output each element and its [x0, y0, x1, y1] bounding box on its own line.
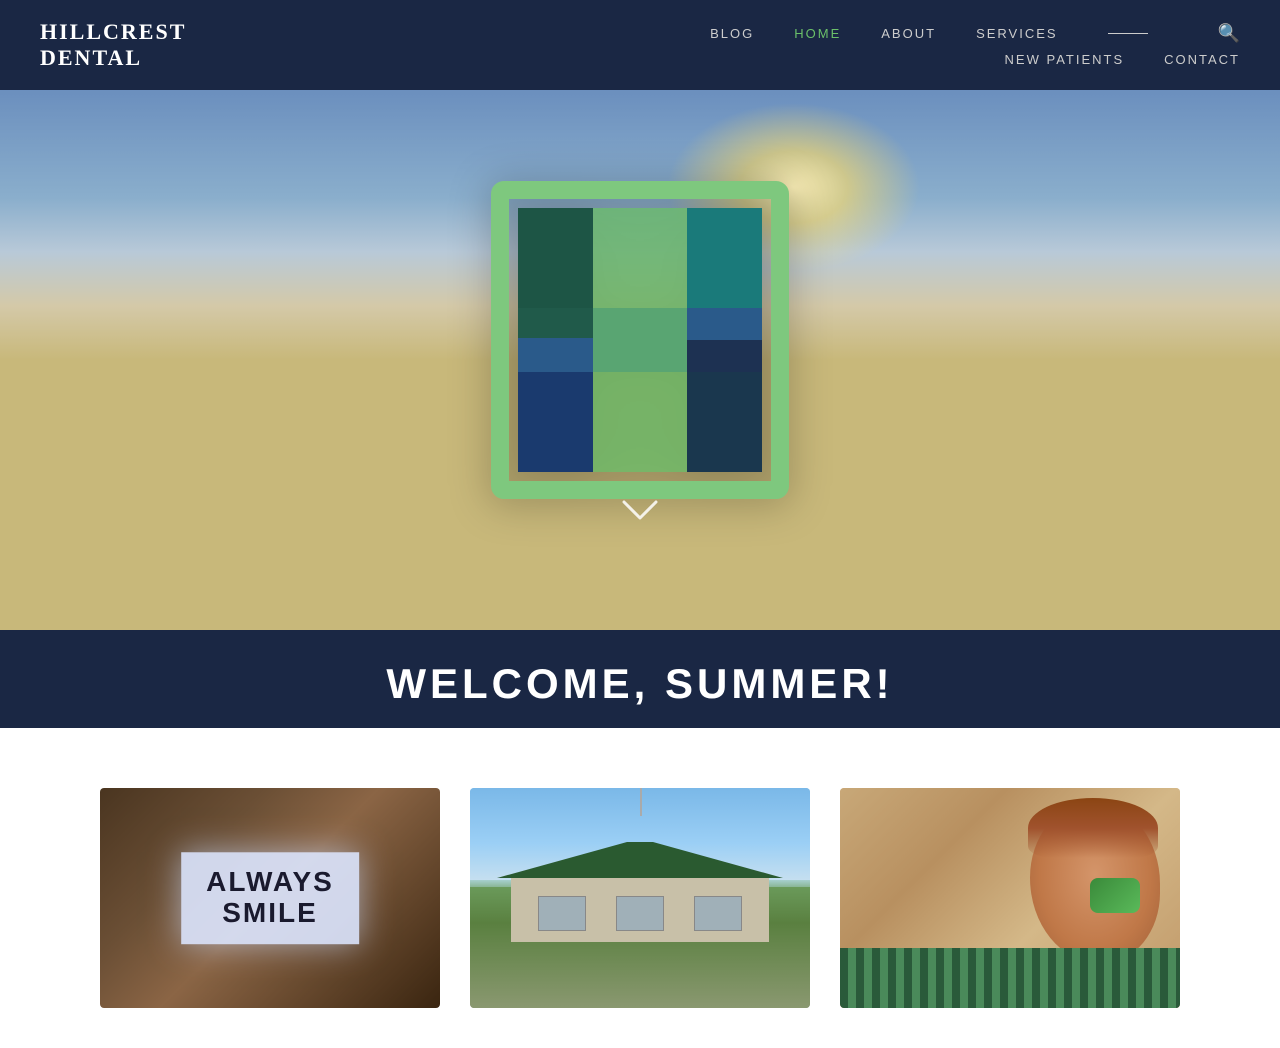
window-2	[616, 896, 664, 931]
building-roof	[497, 842, 783, 878]
smile-sign: ALWAYS SMILE	[181, 852, 359, 944]
nav-home[interactable]: HOME	[794, 26, 841, 41]
nav-services[interactable]: SERVICES	[976, 26, 1058, 41]
card-smile: ALWAYS SMILE	[100, 788, 440, 1008]
nav-row-2: NEW PATIENTS CONTACT	[1005, 52, 1240, 67]
toy-object	[1090, 878, 1140, 913]
main-navigation: BLOG HOME ABOUT SERVICES 🔍 NEW PATIENTS …	[710, 23, 1240, 67]
nav-new-patients[interactable]: NEW PATIENTS	[1005, 52, 1125, 67]
nav-row-1: BLOG HOME ABOUT SERVICES 🔍	[710, 23, 1240, 44]
sign-line2: SMILE	[206, 898, 334, 929]
hero-section	[0, 90, 1280, 630]
search-icon: 🔍	[1218, 23, 1240, 43]
welcome-banner: WELCOME, SUMMER!	[0, 630, 1280, 728]
site-header: HILLCREST DENTAL BLOG HOME ABOUT SERVICE…	[0, 0, 1280, 90]
boy-hair	[1028, 798, 1158, 858]
hero-chevron[interactable]	[620, 498, 660, 530]
flag-pole	[640, 788, 642, 816]
window-1	[538, 896, 586, 931]
nav-divider	[1108, 33, 1148, 34]
cards-section: ALWAYS SMILE	[0, 728, 1280, 1048]
window-3	[694, 896, 742, 931]
h-logo-svg	[480, 180, 800, 500]
welcome-text: WELCOME, SUMMER!	[0, 660, 1280, 708]
nav-contact[interactable]: CONTACT	[1164, 52, 1240, 67]
nav-about[interactable]: ABOUT	[881, 26, 936, 41]
boy-shirt	[840, 948, 1180, 1008]
sign-line1: ALWAYS	[206, 867, 334, 898]
card-building	[470, 788, 810, 1008]
hero-logo-h	[460, 160, 820, 520]
card-boy	[840, 788, 1180, 1008]
search-button[interactable]: 🔍	[1218, 23, 1240, 44]
site-logo[interactable]: HILLCREST DENTAL	[40, 19, 186, 72]
nav-blog[interactable]: BLOG	[710, 26, 754, 41]
